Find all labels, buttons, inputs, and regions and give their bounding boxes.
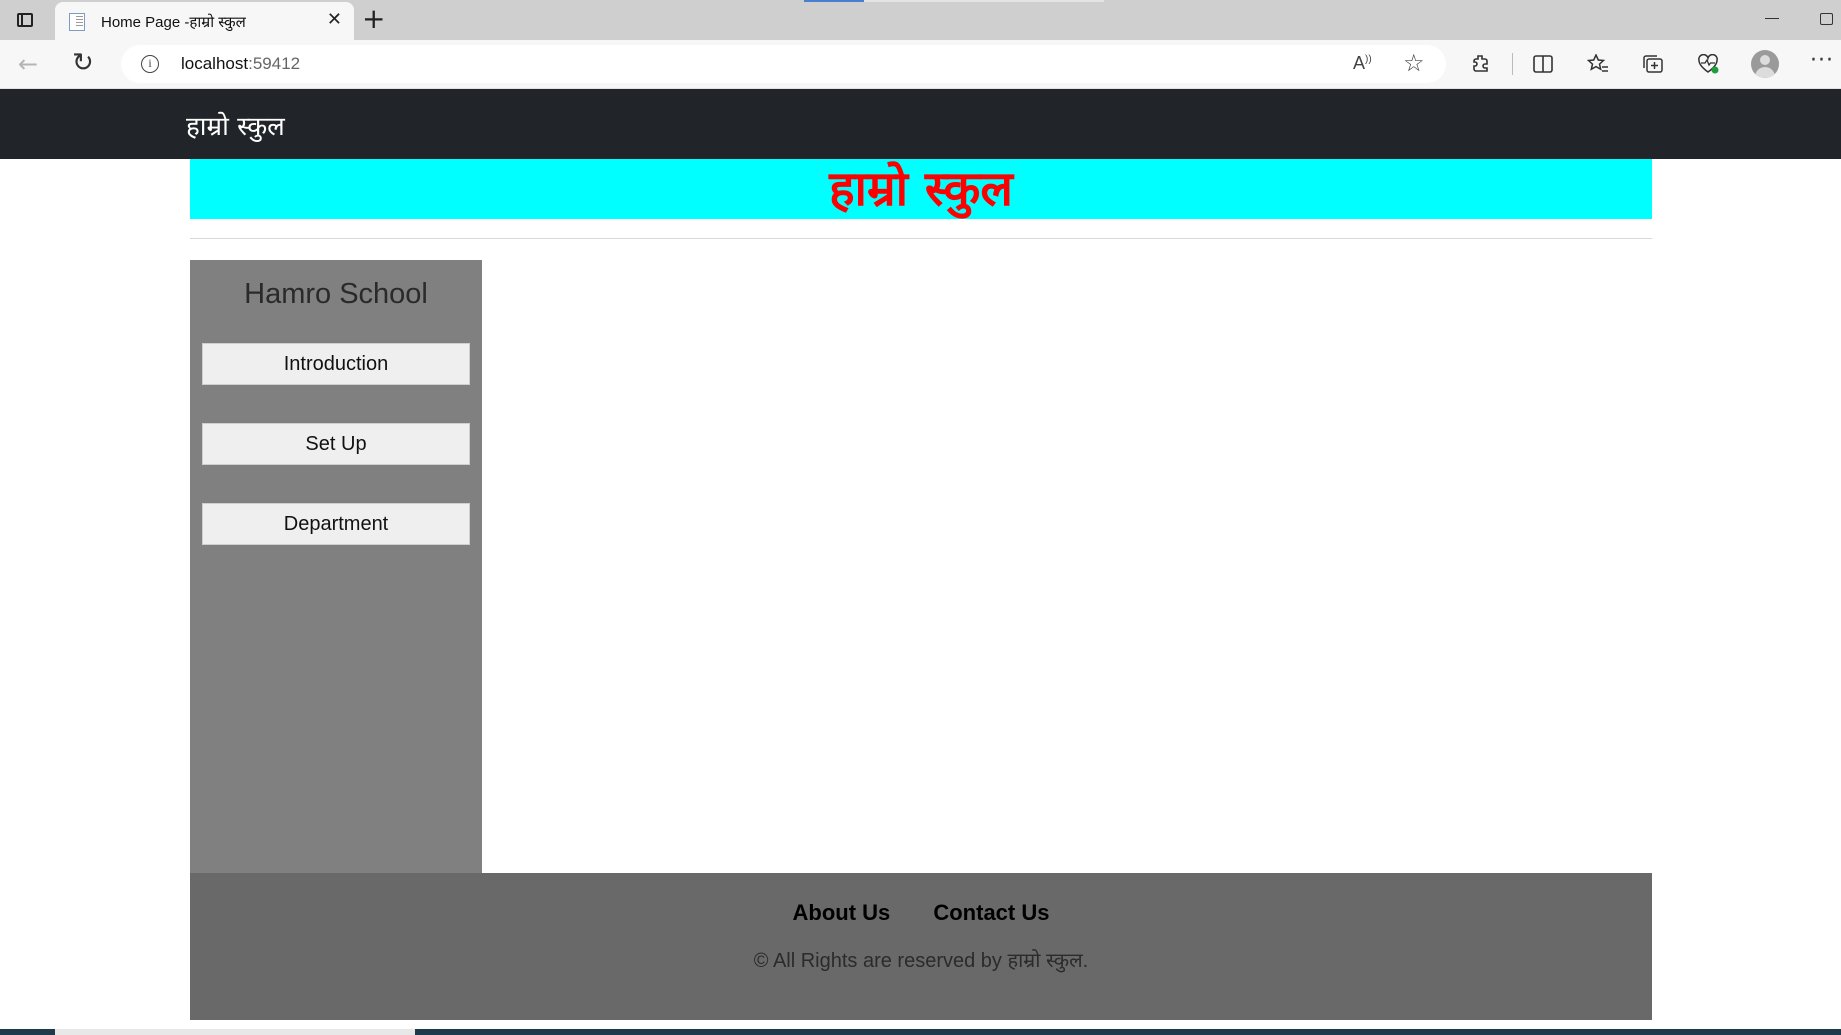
info-icon[interactable]: i [141, 55, 159, 73]
browser-tab[interactable]: Home Page -हाम्रो स्कुल ✕ [55, 2, 354, 40]
maximize-button[interactable] [1820, 13, 1833, 25]
address-bar[interactable]: i localhost:59412 A)) ☆ [121, 45, 1446, 83]
department-button[interactable]: Department [202, 503, 470, 545]
tab-actions-button[interactable] [12, 8, 38, 32]
introduction-button[interactable]: Introduction [202, 343, 470, 385]
back-button[interactable]: ← [18, 50, 38, 78]
navbar-brand[interactable]: हाम्रो स्कुल [186, 107, 285, 143]
footer: About Us Contact Us © All Rights are res… [190, 873, 1652, 1020]
url-port: :59412 [248, 54, 301, 73]
tab-actions-icon [17, 13, 33, 27]
page-favicon-icon [69, 13, 85, 31]
collections-icon[interactable] [1640, 51, 1666, 77]
contact-us-link[interactable]: Contact Us [933, 900, 1049, 926]
footer-links: About Us Contact Us [190, 900, 1652, 926]
star-icon[interactable]: ☆ [1403, 49, 1425, 77]
profile-icon[interactable] [1751, 50, 1779, 78]
favorites-icon[interactable] [1585, 51, 1611, 77]
extensions-icon[interactable] [1468, 51, 1494, 77]
loading-indicator [804, 0, 864, 2]
read-aloud-icon[interactable]: A)) [1353, 53, 1372, 74]
new-tab-button[interactable]: + [362, 4, 385, 34]
toolbar-separator [1512, 53, 1513, 75]
divider [190, 238, 1652, 239]
tab-close-button[interactable]: ✕ [327, 10, 342, 30]
page-title: हाम्रो स्कुल [829, 161, 1013, 217]
about-us-link[interactable]: About Us [793, 900, 891, 926]
heartbeat-icon[interactable] [1695, 51, 1721, 77]
setup-button[interactable]: Set Up [202, 423, 470, 465]
browser-tab-bar: Home Page -हाम्रो स्कुल ✕ + [0, 0, 1841, 40]
url-text[interactable]: localhost:59412 [181, 54, 300, 74]
sidebar-title: Hamro School [244, 278, 428, 310]
taskbar [0, 1029, 1841, 1035]
browser-toolbar: ← ↻ i localhost:59412 A)) ☆ ··· [0, 40, 1841, 89]
loading-track [864, 0, 1104, 2]
site-navbar: हाम्रो स्कुल [0, 89, 1841, 159]
minimize-button[interactable] [1765, 18, 1779, 19]
split-screen-icon[interactable] [1530, 51, 1556, 77]
copyright-text: © All Rights are reserved by हाम्रो स्कु… [753, 950, 1089, 972]
url-host: localhost [181, 54, 249, 73]
sidebar: Hamro School Introduction Set Up Departm… [190, 260, 482, 873]
hero-banner: हाम्रो स्कुल [190, 159, 1652, 219]
reload-button[interactable]: ↻ [72, 48, 94, 78]
more-icon[interactable]: ··· [1810, 48, 1834, 73]
tab-title: Home Page -हाम्रो स्कुल [101, 14, 246, 31]
taskbar-active-item[interactable] [55, 1029, 415, 1035]
